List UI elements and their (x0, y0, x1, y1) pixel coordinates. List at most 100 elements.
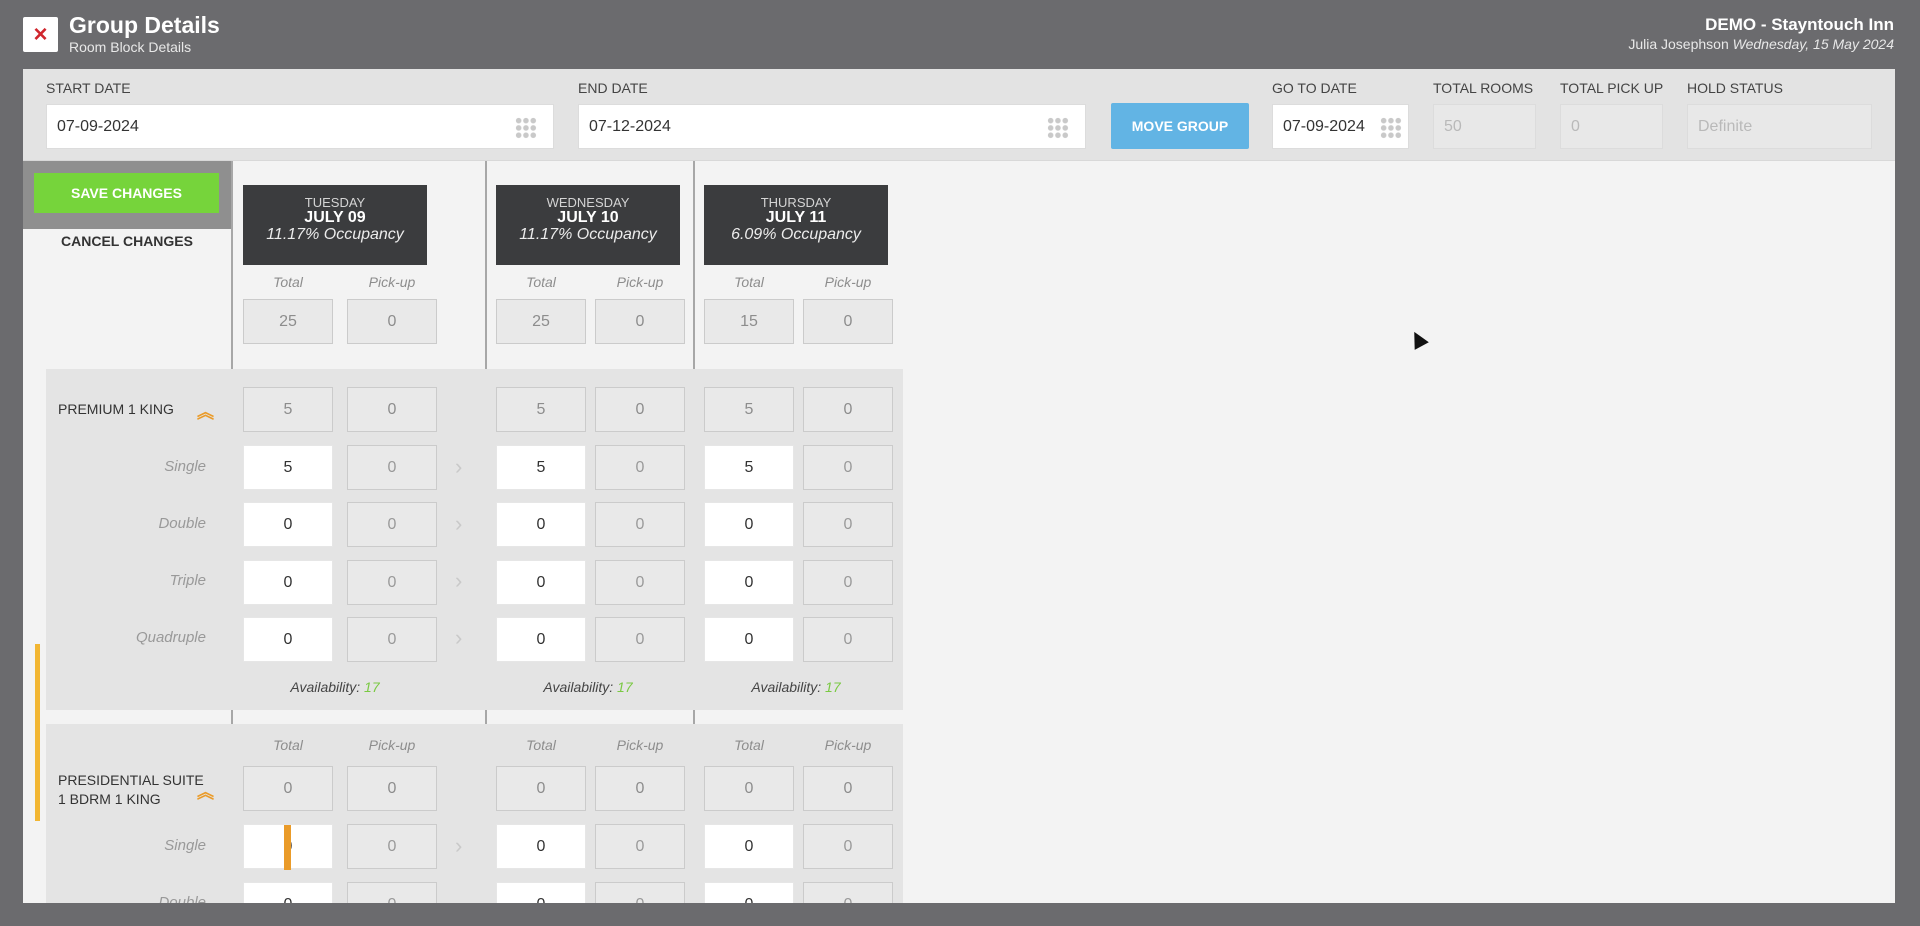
go-to-date-field[interactable]: 07-09-2024 (1272, 104, 1409, 149)
chevron-right-icon[interactable]: › (455, 456, 469, 478)
hotel-name: DEMO - Stayntouch Inn (1705, 15, 1894, 34)
start-date-field[interactable]: 07-09-2024 (46, 104, 554, 149)
pickup-column-label: Pick-up (368, 737, 416, 753)
triple-pickup: 0 (803, 560, 893, 605)
start-date-label: START DATE (46, 80, 131, 96)
total-pickup-label: TOTAL PICK UP (1560, 80, 1664, 96)
user-name: Julia Josephson (1628, 36, 1729, 52)
filter-bar: START DATE 07-09-2024 END DATE 07-12-202… (23, 69, 1895, 161)
move-group-button[interactable]: MOVE GROUP (1111, 103, 1249, 149)
single-input[interactable]: 5 (704, 445, 794, 490)
chevron-right-icon[interactable]: › (455, 835, 469, 857)
room-total: 0 (243, 766, 333, 811)
page-title: Group Details (69, 12, 220, 38)
quadruple-pickup: 0 (803, 617, 893, 662)
single-input[interactable]: 0 (496, 824, 586, 869)
triple-input[interactable]: 0 (243, 560, 333, 605)
occupancy-label-double: Double (158, 894, 206, 903)
room-total: 5 (496, 387, 586, 432)
availability: Availability: 17 (704, 679, 888, 695)
quadruple-input[interactable]: 0 (704, 617, 794, 662)
date-header-jul-11: THURSDAY JULY 11 6.09% Occupancy (704, 185, 888, 265)
chevron-up-icon[interactable]: ︽ (197, 398, 214, 423)
end-date-value: 07-12-2024 (589, 117, 671, 135)
availability: Availability: 17 (243, 679, 427, 695)
double-input[interactable]: 0 (243, 882, 333, 903)
triple-pickup: 0 (347, 560, 437, 605)
day-of-week: THURSDAY (760, 195, 832, 210)
double-input[interactable]: 0 (704, 502, 794, 547)
end-date-label: END DATE (578, 80, 648, 96)
triple-pickup: 0 (595, 560, 685, 605)
pickup-column-label: Pick-up (824, 737, 872, 753)
save-changes-button[interactable]: SAVE CHANGES (34, 173, 219, 213)
date-label: JULY 11 (765, 209, 827, 226)
room-total: 0 (496, 766, 586, 811)
availability: Availability: 17 (496, 679, 680, 695)
single-input[interactable]: 5 (496, 445, 586, 490)
total-pickup-field: 0 (1560, 104, 1663, 149)
date-pickup: 0 (595, 299, 685, 344)
cancel-changes-button[interactable]: CANCEL CHANGES (23, 233, 231, 249)
double-pickup: 0 (595, 502, 685, 547)
single-input[interactable]: 5 (243, 445, 333, 490)
triple-input[interactable]: 0 (704, 560, 794, 605)
text-cursor (284, 825, 291, 870)
single-pickup: 0 (595, 445, 685, 490)
pickup-column-label: Pick-up (616, 274, 664, 290)
close-icon[interactable]: × (23, 17, 58, 52)
start-date-value: 07-09-2024 (57, 117, 139, 135)
occupancy-label-triple: Triple (169, 572, 206, 589)
availability-label: Availability: (290, 679, 361, 695)
total-column-label: Total (734, 274, 764, 290)
day-of-week: TUESDAY (304, 195, 366, 210)
calendar-icon[interactable] (1380, 117, 1402, 139)
date-total: 25 (496, 299, 586, 344)
total-column-label: Total (273, 737, 303, 753)
availability-label: Availability: (543, 679, 614, 695)
day-of-week: WEDNESDAY (546, 195, 630, 210)
quadruple-input[interactable]: 0 (496, 617, 586, 662)
single-pickup: 0 (347, 824, 437, 869)
room-type-name-line1: PRESIDENTIAL SUITE (58, 772, 204, 788)
business-date: Wednesday, 15 May 2024 (1732, 36, 1894, 52)
user-info: Julia Josephson Wednesday, 15 May 2024 (1628, 36, 1894, 52)
single-pickup: 0 (595, 824, 685, 869)
availability-value: 17 (364, 679, 380, 695)
date-header-jul-09: TUESDAY JULY 09 11.17% Occupancy (243, 185, 427, 265)
total-column-label: Total (734, 737, 764, 753)
double-input[interactable]: 0 (496, 882, 586, 903)
active-block-indicator (35, 644, 40, 821)
chevron-right-icon[interactable]: › (455, 513, 469, 535)
single-pickup: 0 (803, 824, 893, 869)
end-date-field[interactable]: 07-12-2024 (578, 104, 1086, 149)
total-column-label: Total (273, 274, 303, 290)
calendar-icon[interactable] (1047, 117, 1069, 139)
occupancy-label-single: Single (164, 458, 206, 475)
hold-status-label: HOLD STATUS (1687, 80, 1783, 96)
double-input[interactable]: 0 (496, 502, 586, 547)
single-input[interactable]: 0 (704, 824, 794, 869)
total-rooms-label: TOTAL ROOMS (1433, 80, 1534, 96)
chevron-up-icon[interactable]: ︽ (197, 778, 214, 803)
double-input[interactable]: 0 (704, 882, 794, 903)
room-block-panel: START DATE 07-09-2024 END DATE 07-12-202… (23, 69, 1895, 903)
double-input[interactable]: 0 (243, 502, 333, 547)
occupancy: 11.17% Occupancy (266, 226, 404, 243)
calendar-icon[interactable] (515, 117, 537, 139)
occupancy-label-single: Single (164, 837, 206, 854)
triple-input[interactable]: 0 (496, 560, 586, 605)
double-pickup: 0 (347, 502, 437, 547)
room-pickup: 0 (803, 387, 893, 432)
quadruple-pickup: 0 (347, 617, 437, 662)
chevron-right-icon[interactable]: › (455, 627, 469, 649)
single-input-active[interactable]: 0 (243, 824, 333, 870)
chevron-right-icon[interactable]: › (455, 570, 469, 592)
date-total: 15 (704, 299, 794, 344)
page-subtitle: Room Block Details (69, 39, 192, 55)
quadruple-input[interactable]: 0 (243, 617, 333, 662)
room-pickup: 0 (347, 387, 437, 432)
room-total: 5 (704, 387, 794, 432)
occupancy-label-quadruple: Quadruple (135, 629, 206, 646)
date-pickup: 0 (347, 299, 437, 344)
